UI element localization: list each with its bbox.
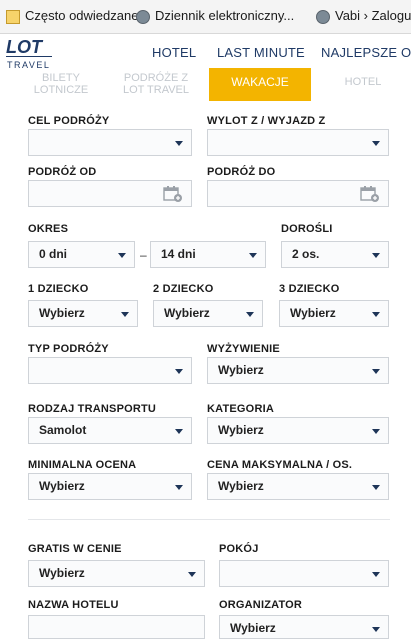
dorosli-select[interactable]: 2 os. xyxy=(281,241,389,268)
nav-najlepsze-oferty[interactable]: NAJLEPSZE OFE xyxy=(321,45,411,60)
tab-hotel[interactable]: HOTEL xyxy=(318,72,408,101)
gratis-label: GRATIS W CENIE xyxy=(28,543,122,555)
dziecko3-select[interactable]: Wybierz xyxy=(279,300,389,327)
ocena-select[interactable]: Wybierz xyxy=(28,473,192,500)
section-divider xyxy=(28,519,390,520)
hotel-name-input[interactable] xyxy=(28,615,205,639)
chevron-down-icon xyxy=(372,572,380,577)
chevron-down-icon xyxy=(188,572,196,577)
lot-travel-logo[interactable]: LOT TRAVEL xyxy=(0,34,58,72)
okres-from-value: 0 dni xyxy=(39,247,68,261)
podroz-do-input[interactable] xyxy=(207,180,389,207)
wylot-label: WYLOT Z / WYJAZD Z xyxy=(207,115,326,127)
bookmark-often-visited[interactable]: Często odwiedzane xyxy=(6,8,138,24)
pokoj-select[interactable] xyxy=(219,560,389,587)
dziecko1-label: 1 DZIECKO xyxy=(28,283,89,295)
chevron-down-icon xyxy=(372,485,380,490)
dorosli-label: DOROŚLI xyxy=(281,223,333,235)
chevron-down-icon xyxy=(372,141,380,146)
dziecko2-value: Wybierz xyxy=(164,306,210,320)
ocena-value: Wybierz xyxy=(39,479,85,493)
calendar-icon[interactable] xyxy=(163,185,183,203)
podroz-od-label: PODRÓŻ OD xyxy=(28,166,97,178)
cel-select[interactable] xyxy=(28,129,192,156)
organizator-label: ORGANIZATOR xyxy=(219,599,303,611)
dziecko1-select[interactable]: Wybierz xyxy=(28,300,138,327)
transport-label: RODZAJ TRANSPORTU xyxy=(28,403,157,415)
kategoria-label: KATEGORIA xyxy=(207,403,274,415)
tab-bilety-lotnicze[interactable]: BILETY LOTNICZE xyxy=(20,72,102,101)
podroz-do-label: PODRÓŻ DO xyxy=(207,166,276,178)
cena-select[interactable]: Wybierz xyxy=(207,473,389,500)
chevron-down-icon xyxy=(372,369,380,374)
gratis-value: Wybierz xyxy=(39,566,85,580)
cel-label: CEL PODRÓŻY xyxy=(28,115,110,127)
chevron-down-icon xyxy=(372,429,380,434)
globe-icon xyxy=(316,9,330,24)
wylot-select[interactable] xyxy=(207,129,389,156)
calendar-icon[interactable] xyxy=(360,185,380,203)
chevron-down-icon xyxy=(249,253,257,258)
hotel-name-label: NAZWA HOTELU xyxy=(28,599,119,611)
podroz-od-input[interactable] xyxy=(28,180,192,207)
bookmark-vabi[interactable]: Vabi › Zaloguj xyxy=(316,8,411,24)
okres-to-select[interactable]: 14 dni xyxy=(150,241,266,268)
pokoj-label: POKÓJ xyxy=(219,543,259,555)
typ-label: TYP PODRÓŻY xyxy=(28,343,109,355)
globe-icon xyxy=(136,9,150,24)
bookmark-dziennik[interactable]: Dziennik elektroniczny... xyxy=(136,8,294,24)
wyzywienie-value: Wybierz xyxy=(218,363,264,377)
chevron-down-icon xyxy=(372,253,380,258)
tab-podroze-lot-travel[interactable]: PODRÓŻE Z LOT TRAVEL xyxy=(112,72,200,101)
logo-subtext: TRAVEL xyxy=(7,60,50,70)
typ-select[interactable] xyxy=(28,357,192,384)
dorosli-value: 2 os. xyxy=(292,247,320,261)
bookmark-label: Dziennik elektroniczny... xyxy=(155,8,295,23)
gratis-select[interactable]: Wybierz xyxy=(28,560,205,587)
logo-text: LOT xyxy=(6,37,44,57)
chevron-down-icon xyxy=(246,312,254,317)
dziecko3-label: 3 DZIECKO xyxy=(279,283,340,295)
okres-label: OKRES xyxy=(28,223,69,235)
tab-wakacje[interactable]: WAKACJE xyxy=(209,68,311,101)
chevron-down-icon xyxy=(372,627,380,632)
okres-to-value: 14 dni xyxy=(161,247,196,261)
okres-from-select[interactable]: 0 dni xyxy=(28,241,135,268)
dziecko3-value: Wybierz xyxy=(290,306,336,320)
chevron-down-icon xyxy=(175,141,183,146)
wyzywienie-select[interactable]: Wybierz xyxy=(207,357,389,384)
chevron-down-icon xyxy=(121,312,129,317)
dziecko2-label: 2 DZIECKO xyxy=(153,283,214,295)
wyzywienie-label: WYŻYWIENIE xyxy=(207,343,280,355)
dziecko2-select[interactable]: Wybierz xyxy=(153,300,263,327)
bookmark-label: Vabi › Zaloguj xyxy=(335,8,411,23)
ocena-label: MINIMALNA OCENA xyxy=(28,459,137,471)
cena-value: Wybierz xyxy=(218,479,264,493)
okres-separator: – xyxy=(140,248,147,262)
organizator-select[interactable]: Wybierz xyxy=(219,615,389,639)
kategoria-value: Wybierz xyxy=(218,423,264,437)
chevron-down-icon xyxy=(175,369,183,374)
nav-hotel[interactable]: HOTEL xyxy=(152,45,196,60)
chevron-down-icon xyxy=(175,485,183,490)
bookmark-label: Często odwiedzane xyxy=(25,8,139,23)
chevron-down-icon xyxy=(118,253,126,258)
organizator-value: Wybierz xyxy=(230,621,276,635)
dziecko1-value: Wybierz xyxy=(39,306,85,320)
bookmark-icon xyxy=(6,9,20,24)
kategoria-select[interactable]: Wybierz xyxy=(207,417,389,444)
cena-label: CENA MAKSYMALNA / OS. xyxy=(207,459,353,471)
chevron-down-icon xyxy=(372,312,380,317)
transport-select[interactable]: Samolot xyxy=(28,417,192,444)
chevron-down-icon xyxy=(175,429,183,434)
nav-last-minute[interactable]: LAST MINUTE xyxy=(217,45,305,60)
transport-value: Samolot xyxy=(39,423,87,437)
